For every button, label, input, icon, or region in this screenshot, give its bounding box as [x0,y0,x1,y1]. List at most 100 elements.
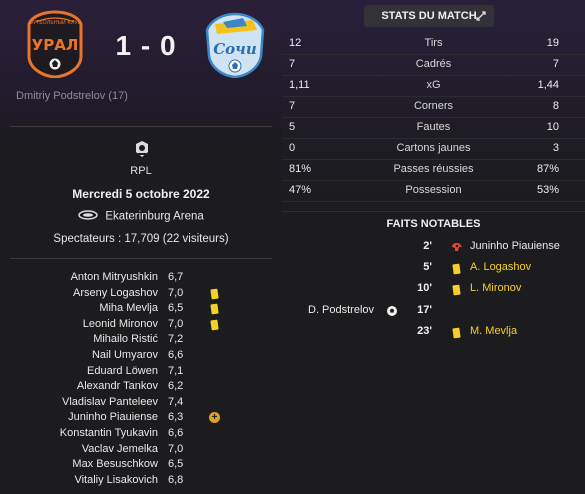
player-row[interactable]: Vitaliy Lisakovich 6,8 [0,474,282,490]
player-row[interactable]: Vladislav Panteleev 7,4 [0,396,282,412]
score-separator: - [140,30,152,61]
match-date: Mercredi 5 octobre 2022 [72,187,210,201]
svg-text:Сочи: Сочи [213,40,257,58]
stat-row: 47% Possession 53% [282,181,585,202]
player-rating: 6,5 [168,302,184,315]
player-row[interactable]: Mihailo Ristić 7,2 [0,333,282,349]
stat-home-value: 47% [289,184,312,196]
player-name[interactable]: Vladislav Panteleev [62,396,158,408]
stat-label: Possession [405,184,462,196]
stat-row: 12 Tirs 19 [282,34,585,55]
match-score: 1 - 0 [115,30,177,62]
stat-label: Corners [413,100,454,112]
stat-label: xG [426,79,441,91]
player-rating: 6,6 [168,349,184,361]
event-minute: 2' [423,240,432,252]
player-name[interactable]: Max Besuschkow [72,458,158,470]
goal-scorer-summary: Dmitriy Podstrelov (17) [16,90,128,102]
expand-icon[interactable] [476,11,486,21]
player-name[interactable]: Konstantin Tyukavin [60,427,158,439]
player-name[interactable]: Anton Mitryushkin [71,271,158,283]
stat-label: Fautes [416,121,451,133]
event-minute: 23' [417,324,432,337]
event-player[interactable]: M. Mevlja [470,325,517,337]
stat-home-value: 81% [289,163,312,175]
competition-logo-icon [135,140,149,161]
player-row[interactable]: Nail Umyarov 6,6 [0,349,282,365]
stat-away-value: 7 [552,58,559,70]
yellow-card-icon [452,327,461,339]
stat-label: Cadrés [415,58,452,70]
player-name[interactable]: Eduard Löwen [87,365,158,377]
stat-home-value: 12 [289,37,302,49]
svg-text:ФУТБОЛЬНЫЙ КЛУБ: ФУТБОЛЬНЫЙ КЛУБ [29,19,82,26]
event-player[interactable]: L. Mironov [470,282,521,294]
player-row[interactable]: Max Besuschkow 6,5 [0,458,282,474]
player-rating: 6,6 [168,427,184,439]
spectators-count: Spectateurs : 17,709 (22 visiteurs) [53,233,229,245]
event-row: 17' D. Podstrelov [282,301,585,322]
player-row[interactable]: Miha Mevlja 6,5 [0,302,282,318]
stat-away-value: 53% [536,184,559,196]
stat-away-value: 19 [546,37,559,49]
yellow-card-icon [210,288,219,300]
home-team-crest[interactable]: ФУТБОЛЬНЫЙ КЛУБ УРАЛ [26,10,84,79]
player-rating: 6,5 [168,458,184,471]
player-row[interactable]: Leonid Mironov 7,0 [0,318,282,334]
player-name[interactable]: Vitaliy Lisakovich [74,474,158,486]
svg-text:УРАЛ: УРАЛ [32,36,79,54]
player-row[interactable]: Eduard Löwen 7,1 [0,365,282,381]
player-row[interactable]: Alexandr Tankov 6,2 [0,380,282,396]
player-rating: 7,0 [168,317,184,330]
player-row[interactable]: Arseny Logashov 7,0 [0,287,282,303]
event-minute: 10' [417,282,432,295]
player-rating: 6,3 [168,411,184,424]
match-venue: Ekaterinburg Arena [10,210,272,223]
stat-home-value: 7 [289,100,296,112]
player-rating: 6,8 [168,473,184,486]
competition-name[interactable]: RPL [10,165,272,177]
player-rating: 6,7 [168,271,184,283]
stat-row: 7 Cadrés 7 [282,55,585,76]
match-stats-header-button[interactable]: STATS DU MATCH [364,5,494,27]
player-name[interactable]: Juninho Piauiense [68,411,158,423]
info-divider [10,258,272,259]
player-name[interactable]: Miha Mevlja [99,302,158,314]
stat-row: 5 Fautes 10 [282,118,585,139]
substitution-icon: + [209,412,220,424]
player-rating: 7,2 [168,333,184,346]
event-row: 23' M. Mevlja [282,322,585,343]
yellow-card-icon [452,263,461,275]
stat-home-value: 7 [289,58,296,70]
event-player[interactable]: D. Podstrelov [308,304,374,316]
yellow-card-icon [210,319,219,331]
stat-row: 0 Cartons jaunes 3 [282,139,585,160]
venue-name[interactable]: Ekaterinburg Arena [105,211,203,223]
player-row[interactable]: Anton Mitryushkin 6,7 [0,271,282,287]
stat-label: Cartons jaunes [396,142,471,154]
event-row: 5' A. Logashov [282,258,585,279]
player-rating: 7,0 [168,286,184,299]
event-minute: 5' [423,261,432,274]
player-row[interactable]: Konstantin Tyukavin 6,6 [0,427,282,443]
player-rating: 7,1 [168,364,184,377]
event-player[interactable]: Juninho Piauiense [470,240,560,252]
match-summary-panel: ФУТБОЛЬНЫЙ КЛУБ УРАЛ 1 - 0 Сочи Dmitriy … [0,0,282,494]
player-name[interactable]: Mihailo Ristić [93,333,158,345]
away-team-crest[interactable]: Сочи [203,12,267,79]
stat-label: Passes réussies [393,163,474,175]
player-row[interactable]: Juninho Piauiense 6,3 + [0,411,282,427]
player-name[interactable]: Nail Umyarov [92,349,158,361]
player-name[interactable]: Arseny Logashov [73,287,158,299]
player-name[interactable]: Alexandr Tankov [77,380,158,392]
stats-panel: STATS DU MATCH 12 Tirs 19 7 Cadrés 7 1,11 xG 1,4… [282,0,585,494]
player-row[interactable]: Vaclav Jemelka 7,0 [0,443,282,459]
event-player[interactable]: A. Logashov [470,261,531,273]
player-name[interactable]: Leonid Mironov [83,318,158,330]
stat-home-value: 5 [289,121,296,133]
goal-ball-icon [387,305,397,316]
away-score: 0 [159,30,177,61]
player-name[interactable]: Vaclav Jemelka [82,443,158,455]
stat-row-divider [282,201,585,202]
home-score: 1 [115,30,133,61]
